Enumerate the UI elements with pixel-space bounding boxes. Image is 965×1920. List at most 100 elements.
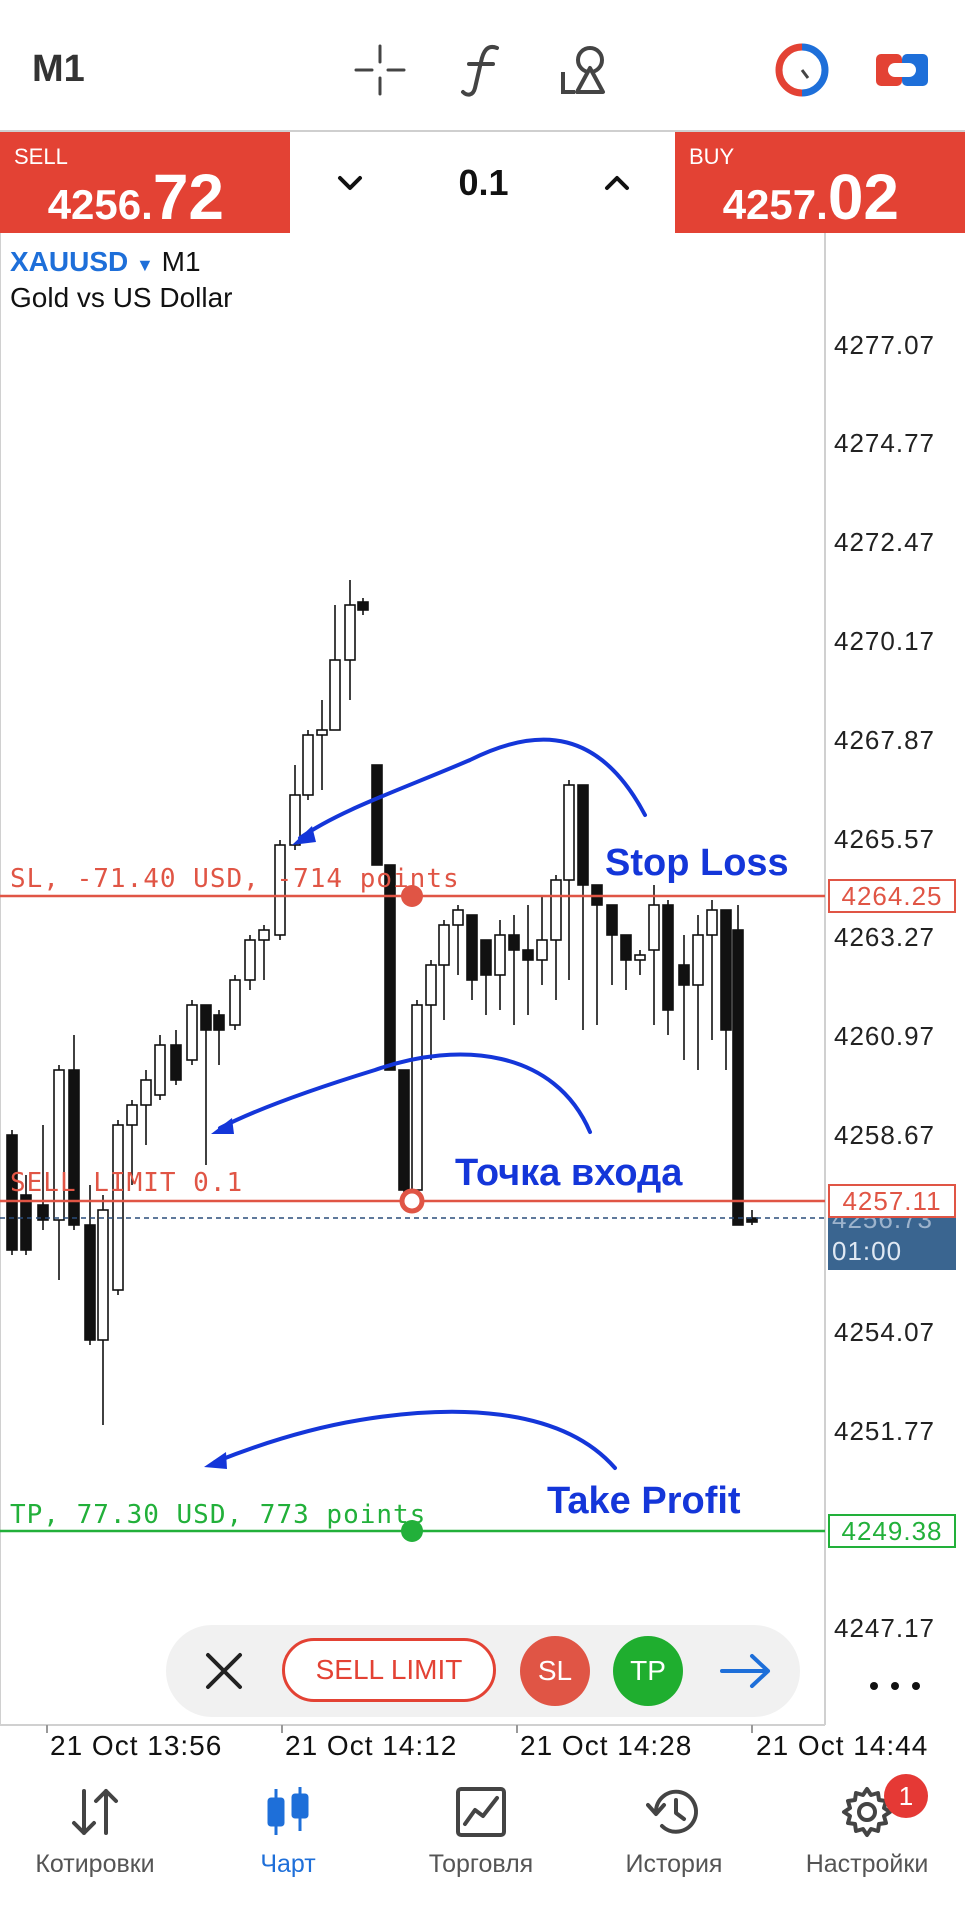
price-tick: 4258.67 <box>834 1120 935 1150</box>
history-icon <box>644 1782 704 1842</box>
candle-bear <box>620 934 632 961</box>
take-profit-annotation: Take Profit <box>547 1480 741 1522</box>
candle-bull <box>563 784 575 881</box>
candle-bull <box>244 939 256 981</box>
candle-bull <box>154 1044 166 1096</box>
time-label: 21 Oct 14:44 <box>756 1730 929 1761</box>
candle-bull <box>550 879 562 941</box>
nav-trade[interactable]: Торговля <box>391 1782 571 1892</box>
candle-bull <box>452 909 464 926</box>
nav-history[interactable]: История <box>584 1782 764 1892</box>
timeframe-button[interactable]: M1 <box>32 48 85 91</box>
nav-chart[interactable]: Чарт <box>198 1782 378 1892</box>
function-icon[interactable] <box>452 40 512 100</box>
symbol-description: Gold vs US Dollar <box>10 282 233 313</box>
candle-bear <box>662 904 674 1011</box>
sl-label: SL, -71.40 USD, -714 points <box>10 864 460 894</box>
tp-price-tag: 4249.38 <box>828 1514 956 1548</box>
order-type-button[interactable]: SELL LIMIT <box>282 1638 496 1702</box>
entry-handle[interactable] <box>399 1188 425 1214</box>
entry-price-tag: 4257.11 <box>828 1184 956 1218</box>
candle-bear <box>720 909 732 1031</box>
candle-bear <box>732 929 744 1226</box>
price-tick: 4272.47 <box>834 527 935 557</box>
price-tick: 4274.77 <box>834 428 935 458</box>
one-click-trading-icon[interactable] <box>772 40 832 100</box>
candles <box>6 580 758 1425</box>
tp-button[interactable]: TP <box>613 1636 683 1706</box>
candle-bull <box>186 1004 198 1061</box>
candle-bull <box>706 909 718 936</box>
price-tick: 4251.77 <box>834 1416 935 1446</box>
nav-label: Котировки <box>35 1850 155 1878</box>
candle-bull <box>438 924 450 966</box>
candle-bear <box>508 934 520 951</box>
candle-bear <box>200 1004 212 1031</box>
more-options-icon[interactable] <box>870 1666 920 1706</box>
nav-settings[interactable]: Настройки <box>777 1782 957 1892</box>
objects-icon[interactable] <box>555 40 615 100</box>
candle-bear <box>170 1044 182 1081</box>
nav-quotes[interactable]: Котировки <box>5 1782 185 1892</box>
candle-bear <box>20 1194 32 1251</box>
candle-bull <box>329 659 341 731</box>
stop-loss-annotation: Stop Loss <box>605 842 789 884</box>
sl-arrow <box>298 737 647 840</box>
candle-bear <box>84 1224 96 1341</box>
nav-label: Чарт <box>260 1850 316 1878</box>
sell-price: 4256.72 <box>47 161 224 233</box>
settings-notification-badge: 1 <box>884 1774 928 1818</box>
candle-bull <box>126 1104 138 1126</box>
symbol-selector[interactable]: XAUUSD ▼ M1 <box>10 246 201 278</box>
nav-label: Настройки <box>805 1850 929 1878</box>
candle-bear <box>522 949 534 961</box>
candle-bull <box>140 1079 152 1106</box>
candle-bull <box>411 1004 423 1191</box>
tp-label: TP, 77.30 USD, 773 points <box>10 1500 427 1530</box>
candle-bull <box>344 604 356 661</box>
candle-bull <box>692 934 704 986</box>
candle-bull <box>536 939 548 961</box>
sell-button[interactable]: SELL 4256.72 <box>0 132 290 233</box>
volume-control: 0.1 <box>290 132 675 233</box>
account-toggle-icon[interactable] <box>872 40 932 100</box>
place-order-button[interactable] <box>716 1643 776 1699</box>
buy-price: 4257.02 <box>722 161 899 233</box>
quotes-icon <box>65 1782 125 1842</box>
candle-bear <box>678 964 690 986</box>
candle-bear <box>606 904 618 936</box>
price-tick: 4254.07 <box>834 1317 935 1347</box>
candle-bear <box>213 1014 225 1031</box>
candle-bull <box>648 904 660 951</box>
candle-bear <box>371 764 383 866</box>
trade-icon <box>451 1782 511 1842</box>
time-label: 21 Oct 14:28 <box>520 1730 693 1761</box>
candle-bull <box>634 954 646 961</box>
cancel-order-button[interactable] <box>196 1643 252 1699</box>
candle-bear <box>577 784 589 886</box>
candle-bull <box>97 1209 109 1341</box>
entry-label: SELL LIMIT 0.1 <box>10 1168 244 1198</box>
crosshair-icon[interactable] <box>350 40 410 100</box>
candle-bull <box>302 734 314 796</box>
volume-value[interactable]: 0.1 <box>458 162 508 204</box>
chart-icon <box>258 1782 318 1842</box>
candle-bull <box>229 979 241 1026</box>
buy-button[interactable]: BUY 4257.02 <box>675 132 965 233</box>
nav-label: Торговля <box>428 1850 534 1878</box>
time-label: 21 Oct 14:12 <box>285 1730 458 1761</box>
candle-bear <box>480 939 492 976</box>
price-tick: 4247.17 <box>834 1613 935 1643</box>
volume-decrease-icon[interactable] <box>330 163 370 203</box>
annotation-arrowheads <box>204 826 316 1469</box>
candle-bull <box>425 964 437 1006</box>
candle-bull <box>112 1124 124 1291</box>
nav-label: История <box>625 1850 723 1878</box>
volume-increase-icon[interactable] <box>597 163 637 203</box>
candle-bull <box>494 934 506 976</box>
price-tick: 4277.07 <box>834 330 935 360</box>
sl-button[interactable]: SL <box>520 1636 590 1706</box>
sl-price-tag: 4264.25 <box>828 879 956 913</box>
entry-annotation: Точка входа <box>455 1152 683 1194</box>
price-tick: 4260.97 <box>834 1021 935 1051</box>
